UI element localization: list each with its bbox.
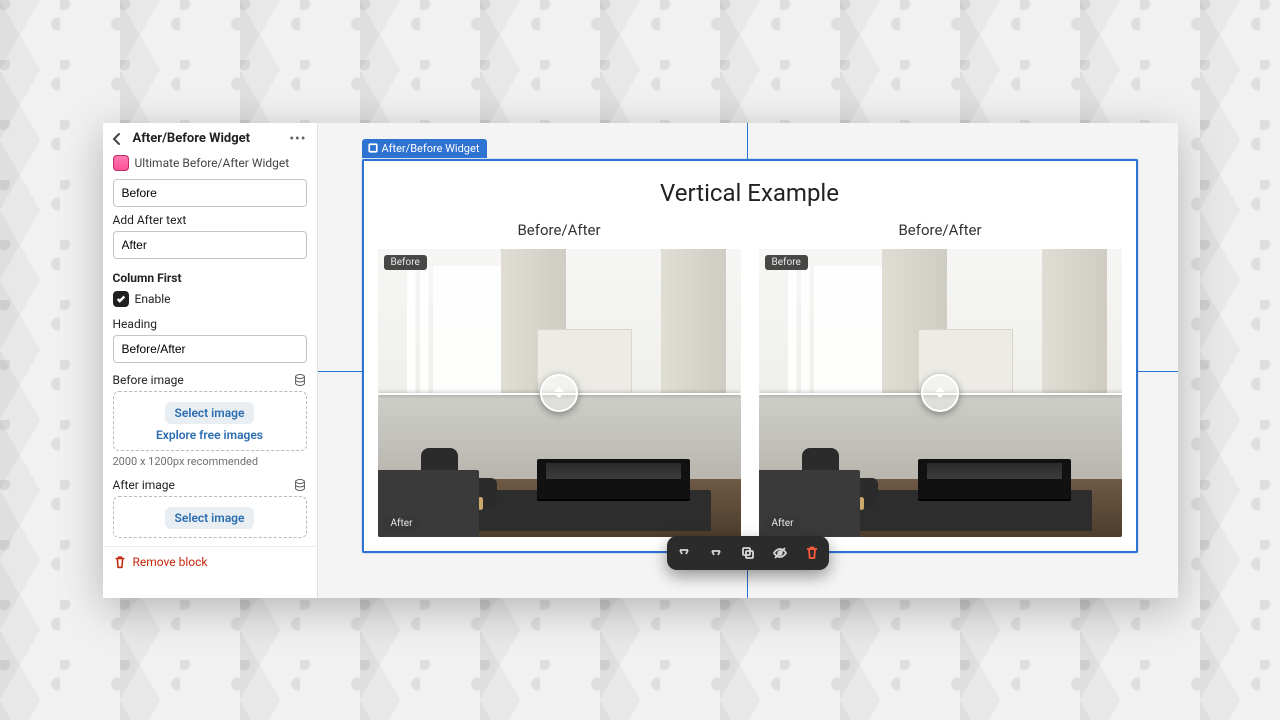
remove-block-label: Remove block	[133, 555, 208, 569]
heading-field-label: Heading	[113, 317, 307, 331]
move-down-button[interactable]	[705, 542, 727, 564]
heading-input[interactable]	[113, 335, 307, 363]
editor-window: After/Before Widget ••• Ultimate Before/…	[103, 123, 1178, 598]
move-up-button[interactable]	[673, 542, 695, 564]
arrow-up-icon	[676, 545, 692, 561]
hide-button[interactable]	[769, 542, 791, 564]
after-image-label: After image	[113, 478, 175, 492]
arrow-down-icon	[708, 545, 724, 561]
size-hint: 2000 x 1200px recommended	[113, 455, 307, 468]
before-after-widget[interactable]: Before After	[378, 249, 741, 537]
duplicate-button[interactable]	[737, 542, 759, 564]
after-image	[759, 393, 1122, 537]
app-name-label: Ultimate Before/After Widget	[135, 156, 290, 170]
column-2: Before/After Be	[759, 221, 1122, 537]
selected-section[interactable]: After/Before Widget Vertical Example Bef…	[362, 159, 1138, 553]
column-first-label: Column First	[113, 271, 307, 285]
more-button[interactable]: •••	[285, 131, 310, 147]
section-tag-label: After/Before Widget	[382, 142, 480, 155]
checkbox-checked-icon	[113, 291, 129, 307]
preview-canvas: After/Before Widget Vertical Example Bef…	[318, 123, 1178, 598]
before-image-label: Before image	[113, 373, 184, 387]
dynamic-source-icon[interactable]	[293, 373, 307, 387]
column-1: Before/After Be	[378, 221, 741, 537]
after-badge: After	[765, 516, 801, 531]
after-badge: After	[384, 516, 420, 531]
add-after-label: Add After text	[113, 213, 307, 227]
enable-label: Enable	[135, 292, 171, 306]
settings-sidebar: After/Before Widget ••• Ultimate Before/…	[103, 123, 318, 598]
section-tag[interactable]: After/Before Widget	[362, 139, 488, 158]
delete-button[interactable]	[801, 542, 823, 564]
explore-images-link[interactable]: Explore free images	[156, 428, 263, 442]
section-content: Vertical Example Before/After	[364, 161, 1136, 551]
eye-off-icon	[772, 545, 788, 561]
before-after-widget[interactable]: Before After	[759, 249, 1122, 537]
section-toolbar	[667, 536, 829, 570]
sidebar-header: After/Before Widget •••	[103, 123, 317, 151]
before-text-input[interactable]	[113, 179, 307, 207]
sidebar-body: Add After text Column First Enable Headi…	[103, 179, 317, 546]
select-image-button[interactable]: Select image	[165, 402, 255, 424]
slider-handle[interactable]	[540, 374, 578, 412]
sidebar-title: After/Before Widget	[133, 131, 278, 146]
before-badge: Before	[765, 255, 808, 270]
after-image	[378, 393, 741, 537]
chevron-left-icon	[109, 131, 125, 147]
section-title: Vertical Example	[378, 179, 1122, 207]
column-title: Before/After	[378, 221, 741, 239]
dynamic-source-icon[interactable]	[293, 478, 307, 492]
slider-handle[interactable]	[921, 374, 959, 412]
app-icon	[113, 155, 129, 171]
app-source-row: Ultimate Before/After Widget	[103, 151, 317, 179]
remove-block-button[interactable]: Remove block	[103, 546, 317, 577]
column-title: Before/After	[759, 221, 1122, 239]
before-image-label-row: Before image	[113, 373, 307, 387]
after-image-label-row: After image	[113, 478, 307, 492]
back-button[interactable]	[109, 131, 125, 147]
after-text-input[interactable]	[113, 231, 307, 259]
section-icon	[368, 143, 378, 153]
duplicate-icon	[740, 545, 756, 561]
after-image-dropzone[interactable]: Select image	[113, 496, 307, 538]
columns-wrap: Before/After Be	[378, 221, 1122, 537]
before-image-dropzone[interactable]: Select image Explore free images	[113, 391, 307, 451]
before-badge: Before	[384, 255, 427, 270]
trash-icon	[804, 545, 820, 561]
enable-checkbox-row[interactable]: Enable	[113, 291, 307, 307]
select-image-button[interactable]: Select image	[165, 507, 255, 529]
trash-icon	[113, 555, 127, 569]
